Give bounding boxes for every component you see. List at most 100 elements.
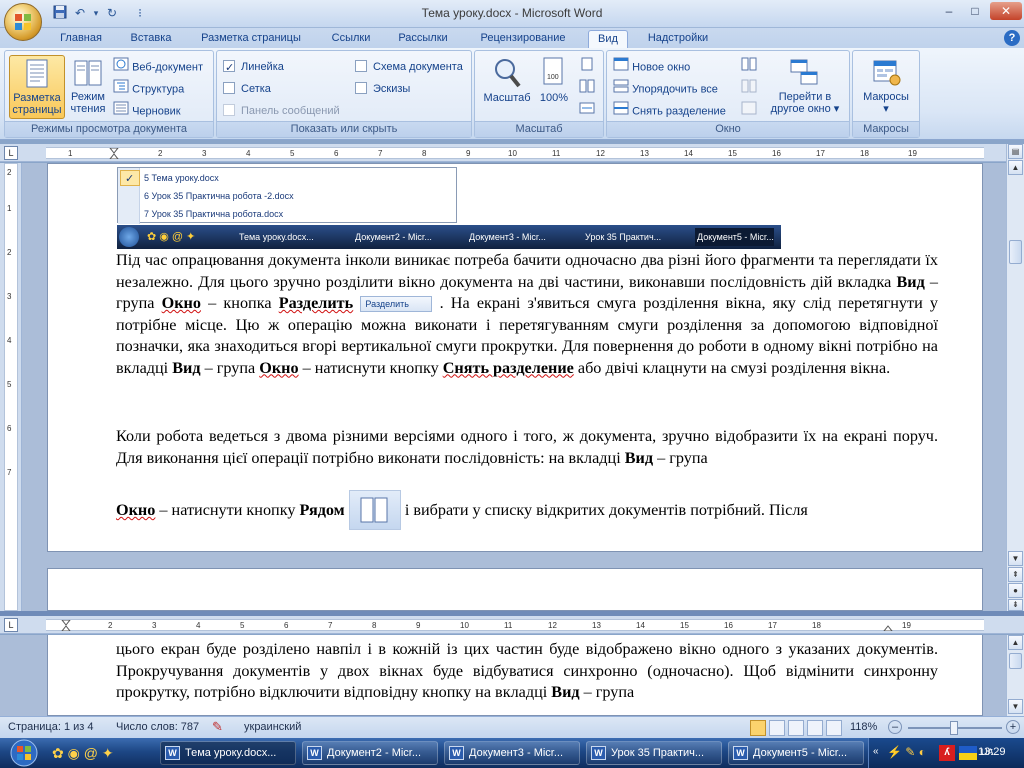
new-window-button[interactable]: Новое окно: [613, 57, 690, 77]
taskbar-item-document2[interactable]: W Документ2 - Micr...: [302, 741, 438, 765]
tab-review[interactable]: Рецензирование: [468, 30, 578, 48]
view-side-by-side-icon[interactable]: [741, 57, 757, 71]
ruler-tick: 2: [158, 149, 163, 158]
zoom-level[interactable]: 118%: [850, 721, 877, 733]
macros-button[interactable]: Макросы ▾: [857, 55, 915, 119]
zoom-button[interactable]: Масштаб: [479, 55, 535, 115]
ruler-toggle-icon[interactable]: ▤: [1008, 144, 1023, 159]
scroll-up-icon-bottom[interactable]: ▲: [1008, 635, 1023, 650]
tab-selector-icon-bottom[interactable]: L: [4, 618, 18, 632]
document-page[interactable]: ✓ 5 Тема уроку.docx 6 Урок 35 Практична …: [47, 163, 983, 552]
taskbar-item-urok35[interactable]: W Урок 35 Практич...: [586, 741, 722, 765]
tab-mailings[interactable]: Рассылки: [390, 30, 456, 48]
ruler-scale[interactable]: 1 2 3 4 5 6 7 8 9 10 11 12 13 14 15 16 1…: [46, 147, 984, 159]
reading-mode-label: Режим чтения: [70, 91, 106, 115]
zoom-in-button[interactable]: +: [1006, 720, 1020, 734]
browse-object-icon[interactable]: ●: [1008, 583, 1023, 598]
remove-split-button[interactable]: Снять разделение: [613, 101, 726, 121]
scroll-down-icon[interactable]: ▼: [1008, 551, 1023, 566]
tab-page-layout[interactable]: Разметка страницы: [192, 30, 310, 48]
language-indicator[interactable]: украинский: [244, 721, 301, 733]
tab-selector-icon[interactable]: L: [4, 146, 18, 160]
page-width-icon[interactable]: [579, 101, 595, 115]
scroll-up-icon[interactable]: ▲: [1008, 160, 1023, 175]
window-list-item: 5 Тема уроку.docx: [144, 173, 219, 183]
office-button[interactable]: [4, 3, 42, 41]
ruler-scale-bottom[interactable]: 2 3 4 5 6 7 8 9 10 11 12 13 14 15 16 17 …: [46, 619, 984, 631]
document-page-bottom[interactable]: цього екран буде розділено навпіл і в ко…: [47, 635, 983, 716]
word-icon: W: [165, 746, 180, 760]
tray-icons[interactable]: ⚡ ✎ ◐: [887, 745, 926, 759]
previous-page-icon[interactable]: ⇞: [1008, 567, 1023, 582]
horizontal-ruler-top[interactable]: L 1 2 3 4 5 6 7 8 9 10 11 12 13 14 15 16…: [0, 144, 1024, 162]
switch-windows-button[interactable]: Перейти в другое окно ▾: [765, 55, 845, 119]
antivirus-icon[interactable]: ʎ: [939, 745, 955, 761]
outline-view-icon[interactable]: [807, 720, 823, 736]
tab-references[interactable]: Ссылки: [322, 30, 380, 48]
taskbar-item-document5[interactable]: W Документ5 - Micr...: [728, 741, 864, 765]
embedded-task-item: Документ3 - Micr...: [469, 232, 546, 242]
reading-mode-button[interactable]: Режим чтения: [67, 55, 109, 119]
tray-expand-icon[interactable]: «: [873, 746, 879, 757]
ruler-check-icon: [223, 58, 235, 78]
next-page-icon[interactable]: ⇟: [1008, 599, 1023, 611]
draft-button[interactable]: Черновик: [113, 101, 181, 121]
full-screen-reading-icon[interactable]: [769, 720, 785, 736]
ruler-checkbox[interactable]: Линейка: [223, 57, 284, 78]
view-buttons: [750, 720, 842, 736]
clock[interactable]: 13:29: [978, 746, 1006, 758]
web-layout-button[interactable]: Веб-документ: [113, 57, 203, 77]
ruler-tick: 13: [640, 149, 649, 158]
vruler-tick: 7: [7, 468, 12, 477]
draft-view-icon[interactable]: [826, 720, 842, 736]
message-bar-check-icon: [223, 104, 235, 116]
web-layout-view-icon[interactable]: [788, 720, 804, 736]
macros-group: Макросы ▾ Макросы: [852, 50, 920, 138]
grid-checkbox[interactable]: Сетка: [223, 79, 271, 99]
page-layout-button[interactable]: Разметка страницы: [9, 55, 65, 119]
views-group: Разметка страницы Режим чтения Веб-докум…: [4, 50, 214, 138]
close-button[interactable]: ✕: [990, 2, 1022, 20]
ruler-tick: 18: [860, 149, 869, 158]
taskbar-item-tema-uroku[interactable]: W Тема уроку.docx...: [160, 741, 296, 765]
zoom-out-button[interactable]: –: [888, 720, 902, 734]
vertical-ruler[interactable]: 2 1 2 3 4 5 6 7: [0, 163, 22, 611]
arrange-all-button[interactable]: Упорядочить все: [613, 79, 718, 99]
document-map-checkbox[interactable]: Схема документа: [355, 57, 463, 77]
minimize-button[interactable]: –: [936, 2, 962, 20]
spelling-check-icon[interactable]: ✎: [212, 719, 223, 735]
one-page-icon[interactable]: [579, 57, 595, 71]
ruler-tick: 16: [724, 621, 733, 630]
two-pages-icon[interactable]: [579, 79, 595, 93]
tab-home[interactable]: Главная: [52, 30, 110, 48]
ukraine-flag-icon[interactable]: [959, 746, 977, 760]
zoom-slider-thumb[interactable]: [950, 721, 958, 735]
quick-launch-icons[interactable]: ✿ ◉ @ ✦: [52, 745, 114, 762]
vertical-scrollbar-top[interactable]: ▤ ▲ ▼ ⇞ ● ⇟: [1006, 144, 1024, 611]
horizontal-ruler-bottom[interactable]: L 2 3 4 5 6 7 8 9 10 11 12 13 14 15 16 1…: [0, 616, 1024, 634]
scroll-down-icon-bottom[interactable]: ▼: [1008, 699, 1023, 714]
embedded-task-item: Урок 35 Практич...: [585, 232, 662, 242]
maximize-button[interactable]: □: [962, 2, 988, 20]
grid-label: Сетка: [241, 83, 271, 95]
thumbnails-checkbox[interactable]: Эскизы: [355, 79, 410, 99]
taskbar-item-document3[interactable]: W Документ3 - Micr...: [444, 741, 580, 765]
scroll-thumb-bottom[interactable]: [1009, 653, 1022, 669]
tab-addins[interactable]: Надстройки: [636, 30, 720, 48]
scroll-thumb[interactable]: [1009, 240, 1022, 264]
vertical-scrollbar-bottom[interactable]: ▲ ▼: [1006, 635, 1024, 716]
page-count[interactable]: Страница: 1 из 4: [8, 721, 94, 733]
arrange-all-label: Упорядочить все: [632, 83, 718, 96]
print-layout-view-icon[interactable]: [750, 720, 766, 736]
word-count[interactable]: Число слов: 787: [116, 721, 199, 733]
help-icon[interactable]: ?: [1004, 30, 1020, 46]
document-page-next[interactable]: [47, 568, 983, 611]
tab-view[interactable]: Вид: [588, 30, 628, 48]
start-button[interactable]: [2, 738, 46, 768]
tab-insert[interactable]: Вставка: [120, 30, 182, 48]
zoom-100-button[interactable]: 100 100%: [537, 55, 571, 115]
outline-button[interactable]: Структура: [113, 79, 184, 99]
start-orb-icon: [119, 227, 139, 247]
checkmark-icon: ✓: [120, 170, 140, 186]
vruler-tick: 2: [7, 168, 12, 177]
